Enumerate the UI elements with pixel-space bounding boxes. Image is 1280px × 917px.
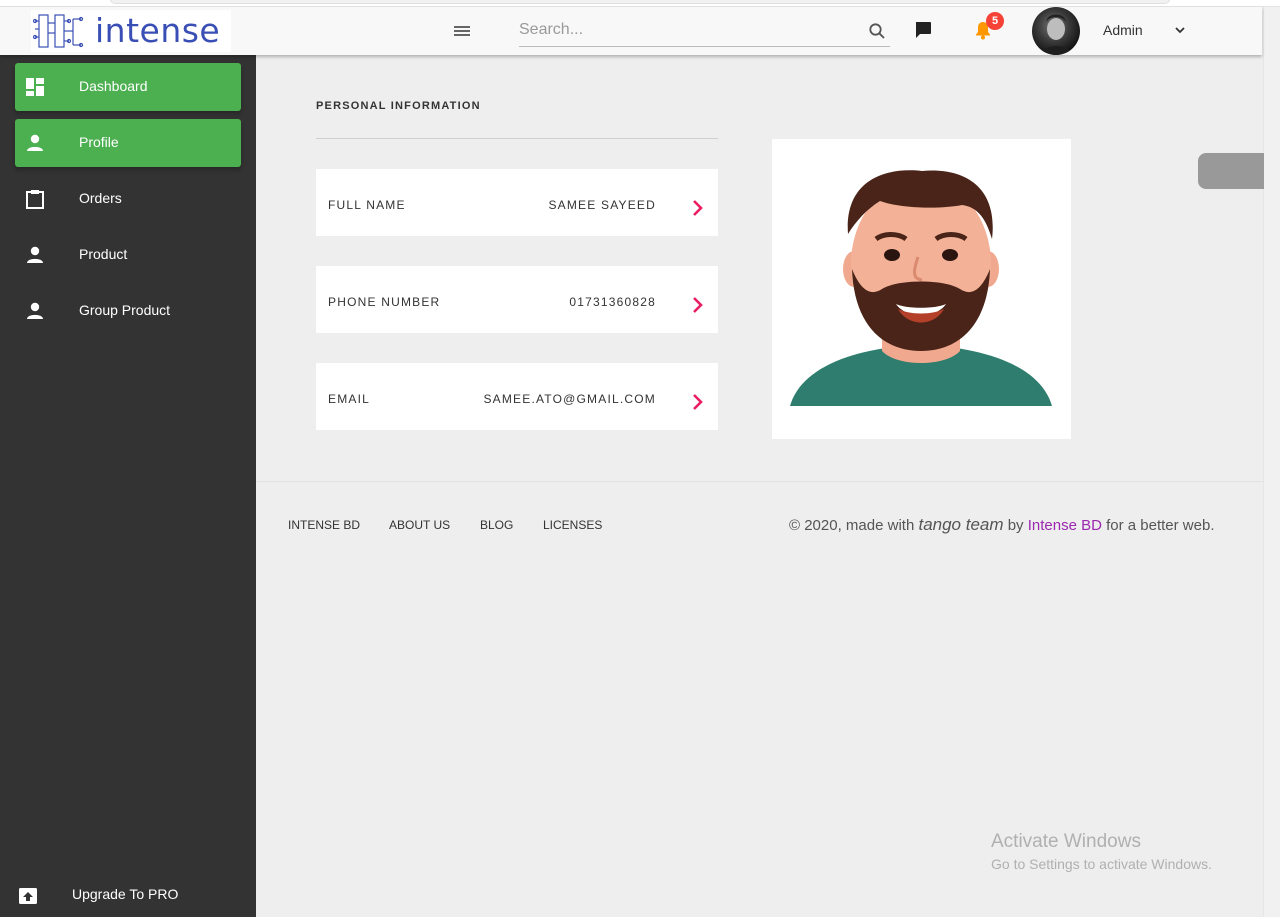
- sidebar-item-label: Group Product: [79, 302, 171, 318]
- sidebar-item-label: Profile: [79, 134, 119, 150]
- person-icon: [27, 134, 43, 151]
- field-label: FULL NAME: [328, 198, 406, 212]
- user-name-label[interactable]: Admin: [1103, 22, 1143, 38]
- unarchive-icon: [19, 888, 37, 904]
- sidebar-item-label: Orders: [79, 190, 122, 206]
- notifications-button[interactable]: 5: [974, 12, 1004, 45]
- field-value: SAMEE SAYEED: [548, 198, 656, 212]
- upgrade-label: Upgrade To PRO: [72, 886, 179, 902]
- info-row-full-name[interactable]: FULL NAME SAMEE SAYEED: [316, 169, 718, 236]
- avatar-photo: [1040, 14, 1072, 55]
- chevron-right-icon: [693, 200, 703, 216]
- copyright-brand-link[interactable]: Intense BD: [1028, 517, 1102, 534]
- sidebar-item-profile[interactable]: Profile: [15, 119, 241, 167]
- search-input[interactable]: [519, 16, 859, 44]
- sidebar-item-label: Product: [79, 246, 128, 262]
- upgrade-to-pro-button[interactable]: Upgrade To PRO: [15, 873, 241, 917]
- info-row-email[interactable]: EMAIL SAMEE.ATO@GMAIL.COM: [316, 363, 718, 430]
- footer-link-licenses[interactable]: LICENSES: [543, 518, 602, 532]
- notification-badge: 5: [986, 12, 1004, 30]
- field-label: EMAIL: [328, 392, 371, 406]
- logo-text: intense: [95, 10, 221, 50]
- browser-tab-strip: [110, 0, 1170, 4]
- chevron-right-icon: [693, 297, 703, 313]
- person-icon: [27, 302, 43, 319]
- sidebar-item-orders[interactable]: Orders: [15, 175, 241, 223]
- person-icon: [27, 246, 43, 263]
- copyright-suffix: for a better web.: [1101, 517, 1215, 534]
- chat-icon[interactable]: [914, 21, 932, 39]
- copyright-text: © 2020, made with tango team by Intense …: [789, 515, 1215, 535]
- profile-picture: [772, 139, 1071, 439]
- footer-divider: [256, 481, 1263, 482]
- copyright-by: by: [1003, 517, 1028, 534]
- brand-logo[interactable]: intense: [31, 10, 231, 52]
- browser-top-strip: [0, 0, 1280, 7]
- sidebar-item-dashboard[interactable]: Dashboard: [15, 63, 241, 111]
- circuit-logo-icon: [33, 14, 84, 48]
- section-title: PERSONAL INFORMATION: [316, 100, 481, 112]
- info-row-phone-number[interactable]: PHONE NUMBER 01731360828: [316, 266, 718, 333]
- search-icon[interactable]: [868, 22, 886, 40]
- top-navbar: intense 5 Admin: [0, 7, 1262, 55]
- sidebar-item-product[interactable]: Product: [15, 231, 241, 279]
- menu-toggle-icon[interactable]: [454, 24, 470, 38]
- sidebar-item-label: Dashboard: [79, 78, 148, 94]
- field-label: PHONE NUMBER: [328, 295, 441, 309]
- section-divider: [316, 138, 718, 139]
- search-bar: [519, 16, 890, 47]
- copyright-tango: tango team: [918, 515, 1004, 534]
- field-value: SAMEE.ATO@GMAIL.COM: [483, 392, 656, 406]
- avatar-illustration: [790, 170, 1052, 406]
- footer-link-blog[interactable]: BLOG: [480, 518, 513, 532]
- clipboard-icon: [26, 190, 44, 209]
- page-scrollbar[interactable]: [1263, 7, 1280, 917]
- chevron-right-icon: [693, 394, 703, 410]
- dashboard-icon: [26, 78, 44, 96]
- footer-link-about-us[interactable]: ABOUT US: [389, 518, 450, 532]
- activate-windows-subtitle: Go to Settings to activate Windows.: [991, 856, 1212, 872]
- chevron-down-icon[interactable]: [1173, 23, 1187, 37]
- copyright-prefix: © 2020, made with: [789, 517, 919, 534]
- footer-link-intense-bd[interactable]: INTENSE BD: [288, 518, 360, 532]
- field-value: 01731360828: [569, 295, 656, 309]
- user-avatar[interactable]: [1032, 7, 1080, 55]
- sidebar-item-group-product[interactable]: Group Product: [15, 287, 241, 335]
- activate-windows-title: Activate Windows: [991, 831, 1141, 852]
- settings-side-tab[interactable]: [1198, 153, 1264, 189]
- sidebar: Dashboard Profile Orders Product Group P…: [0, 55, 256, 917]
